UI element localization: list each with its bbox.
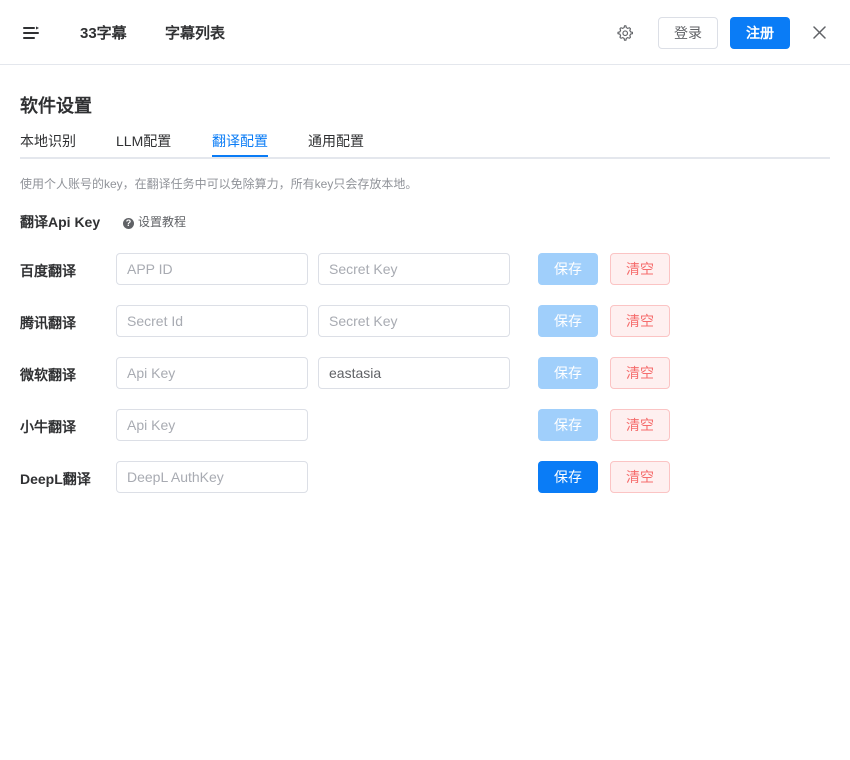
menu-icon[interactable] [22,24,40,42]
tab-translation-config[interactable]: 翻译配置 [212,131,268,151]
top-bar: 33字幕 字幕列表 登录 注册 [0,0,850,65]
niutrans-api-key-input[interactable] [116,409,308,441]
tencent-save-button[interactable]: 保存 [538,305,598,337]
baidu-save-button[interactable]: 保存 [538,253,598,285]
gear-icon[interactable] [616,24,633,41]
tencent-secret-id-input[interactable] [116,305,308,337]
deepl-save-button[interactable]: 保存 [538,461,598,493]
niutrans-clear-button[interactable]: 清空 [610,409,670,441]
row-label: 微软翻译 [20,367,76,383]
row-label: DeepL翻译 [20,471,91,487]
tab-local-recognition[interactable]: 本地识别 [20,131,76,151]
row-label: 腾讯翻译 [20,315,76,331]
section-title: 翻译Api Key [20,214,101,230]
baidu-clear-button[interactable]: 清空 [610,253,670,285]
active-tab-indicator [212,155,268,157]
tab-llm-config[interactable]: LLM配置 [116,131,171,151]
tab-general-config[interactable]: 通用配置 [308,131,364,151]
hint-text: 使用个人账号的key，在翻译任务中可以免除算力，所有key只会存放本地。 [20,177,418,191]
niutrans-save-button[interactable]: 保存 [538,409,598,441]
register-button[interactable]: 注册 [730,17,790,49]
setup-tutorial-link[interactable]: ? 设置教程 [123,213,186,230]
baidu-secret-key-input[interactable] [318,253,510,285]
settings-tabs: 本地识别 LLM配置 翻译配置 通用配置 [20,130,830,159]
nav-subtitle-list[interactable]: 字幕列表 [165,22,225,43]
baidu-appid-input[interactable] [116,253,308,285]
nav-home[interactable]: 33字幕 [80,22,127,43]
question-icon: ? [123,218,134,229]
row-label: 百度翻译 [20,263,76,279]
close-icon[interactable] [813,26,826,39]
page-title: 软件设置 [20,96,92,116]
setup-tutorial-label: 设置教程 [138,215,187,229]
deepl-clear-button[interactable]: 清空 [610,461,670,493]
tencent-clear-button[interactable]: 清空 [610,305,670,337]
microsoft-save-button[interactable]: 保存 [538,357,598,389]
row-label: 小牛翻译 [20,419,76,435]
deepl-authkey-input[interactable] [116,461,308,493]
microsoft-clear-button[interactable]: 清空 [610,357,670,389]
tencent-secret-key-input[interactable] [318,305,510,337]
microsoft-api-key-input[interactable] [116,357,308,389]
microsoft-region-input[interactable] [318,357,510,389]
login-button[interactable]: 登录 [658,17,718,49]
